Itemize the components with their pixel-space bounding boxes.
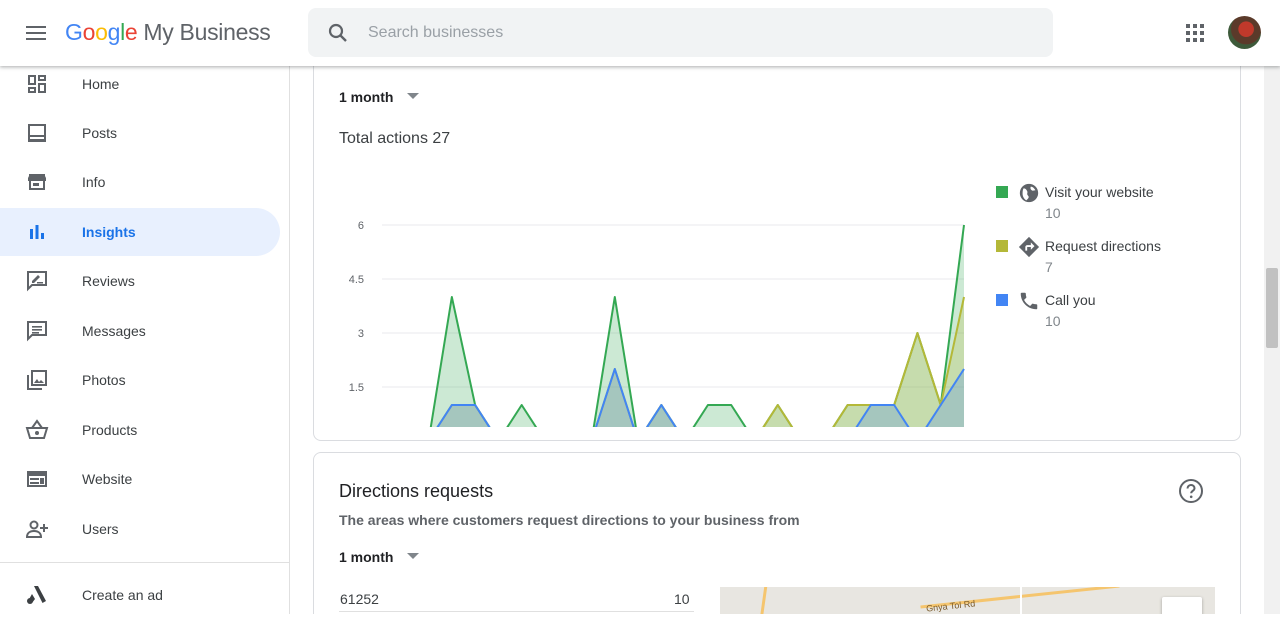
directions-map[interactable]: Gnya Tol Rd bbox=[720, 587, 1215, 614]
y-tick-label: 1.5 bbox=[349, 382, 364, 394]
google-my-business-logo[interactable]: Google My Business bbox=[65, 19, 271, 46]
map-road-label: Gnya Tol Rd bbox=[925, 598, 976, 614]
search-input[interactable] bbox=[368, 8, 1028, 57]
main-menu-button[interactable] bbox=[24, 22, 48, 44]
map-road bbox=[1020, 587, 1022, 614]
account-avatar[interactable] bbox=[1228, 16, 1261, 49]
sidebar-item-messages[interactable]: Messages bbox=[0, 307, 280, 355]
sidebar-item-website[interactable]: Website bbox=[0, 455, 280, 503]
legend-item-directions: Request directions 7 bbox=[996, 234, 1226, 288]
sidebar-nav: Home Posts Info Insights Reviews Message… bbox=[0, 66, 290, 614]
dashboard-icon bbox=[28, 75, 46, 93]
sidebar-item-info[interactable]: Info bbox=[0, 158, 280, 206]
legend-swatch bbox=[996, 186, 1008, 198]
web-icon bbox=[27, 471, 47, 487]
phone-icon bbox=[1020, 292, 1038, 310]
rate-review-icon bbox=[27, 271, 47, 292]
sidebar-item-create-ad[interactable]: Create an ad bbox=[0, 571, 280, 619]
sidebar-item-photos[interactable]: Photos bbox=[0, 356, 280, 404]
sidebar-item-users[interactable]: Users bbox=[0, 505, 280, 553]
chevron-down-icon bbox=[407, 553, 420, 560]
legend-item-website: Visit your website 10 bbox=[996, 180, 1226, 234]
main-content: 1 month Total actions 27 01.534.56Aug 8A… bbox=[290, 66, 1264, 614]
sidebar-item-insights[interactable]: Insights bbox=[0, 208, 280, 256]
storefront-icon bbox=[28, 174, 46, 190]
search-icon[interactable] bbox=[326, 21, 350, 45]
y-tick-label: 3 bbox=[358, 328, 364, 340]
series-area-visit-your-website bbox=[430, 225, 964, 427]
directions-period-dropdown[interactable]: 1 month bbox=[339, 549, 420, 565]
legend-item-call: Call you 10 bbox=[996, 288, 1226, 342]
directions-requests-card: Directions requests The areas where cust… bbox=[313, 452, 1241, 614]
search-bar[interactable] bbox=[308, 8, 1053, 57]
y-tick-label: 4.5 bbox=[349, 274, 364, 286]
scrollbar-thumb[interactable] bbox=[1266, 268, 1278, 348]
sidebar-item-products[interactable]: Products bbox=[0, 406, 280, 454]
bar-chart-icon bbox=[30, 225, 44, 239]
shopping-basket-icon bbox=[25, 419, 49, 439]
customer-actions-chart: 01.534.56Aug 8Aug 15Aug 22Aug 29 bbox=[349, 220, 965, 427]
area-code: 61252 bbox=[340, 591, 379, 607]
legend-swatch bbox=[996, 294, 1008, 306]
legend-swatch bbox=[996, 240, 1008, 252]
customer-actions-card: 1 month Total actions 27 01.534.56Aug 8A… bbox=[313, 66, 1241, 441]
directions-title: Directions requests bbox=[339, 481, 494, 501]
area-count: 10 bbox=[674, 591, 690, 607]
google-apps-icon[interactable] bbox=[1186, 24, 1204, 42]
map-road bbox=[755, 587, 768, 614]
chart-legend: Visit your website 10 Request directions… bbox=[996, 180, 1226, 342]
message-icon bbox=[27, 321, 47, 342]
top-app-bar: Google My Business bbox=[0, 0, 1280, 66]
product-name: My Business bbox=[143, 19, 271, 45]
directions-subtitle: The areas where customers request direct… bbox=[339, 512, 800, 528]
row-divider bbox=[339, 611, 694, 612]
person-add-icon bbox=[25, 520, 48, 538]
y-tick-label: 6 bbox=[358, 220, 364, 232]
sidebar-divider bbox=[0, 562, 289, 563]
posts-icon bbox=[28, 124, 46, 142]
fullscreen-button[interactable] bbox=[1162, 597, 1202, 614]
sidebar-item-home[interactable]: Home bbox=[0, 60, 280, 108]
help-icon[interactable] bbox=[1178, 478, 1204, 504]
directions-icon bbox=[1018, 236, 1040, 258]
sidebar-item-posts[interactable]: Posts bbox=[0, 109, 280, 157]
google-ads-icon bbox=[27, 586, 46, 604]
photo-library-icon bbox=[27, 370, 47, 390]
sidebar-item-reviews[interactable]: Reviews bbox=[0, 257, 280, 305]
globe-icon bbox=[1019, 183, 1039, 203]
scrollbar[interactable] bbox=[1264, 66, 1280, 614]
